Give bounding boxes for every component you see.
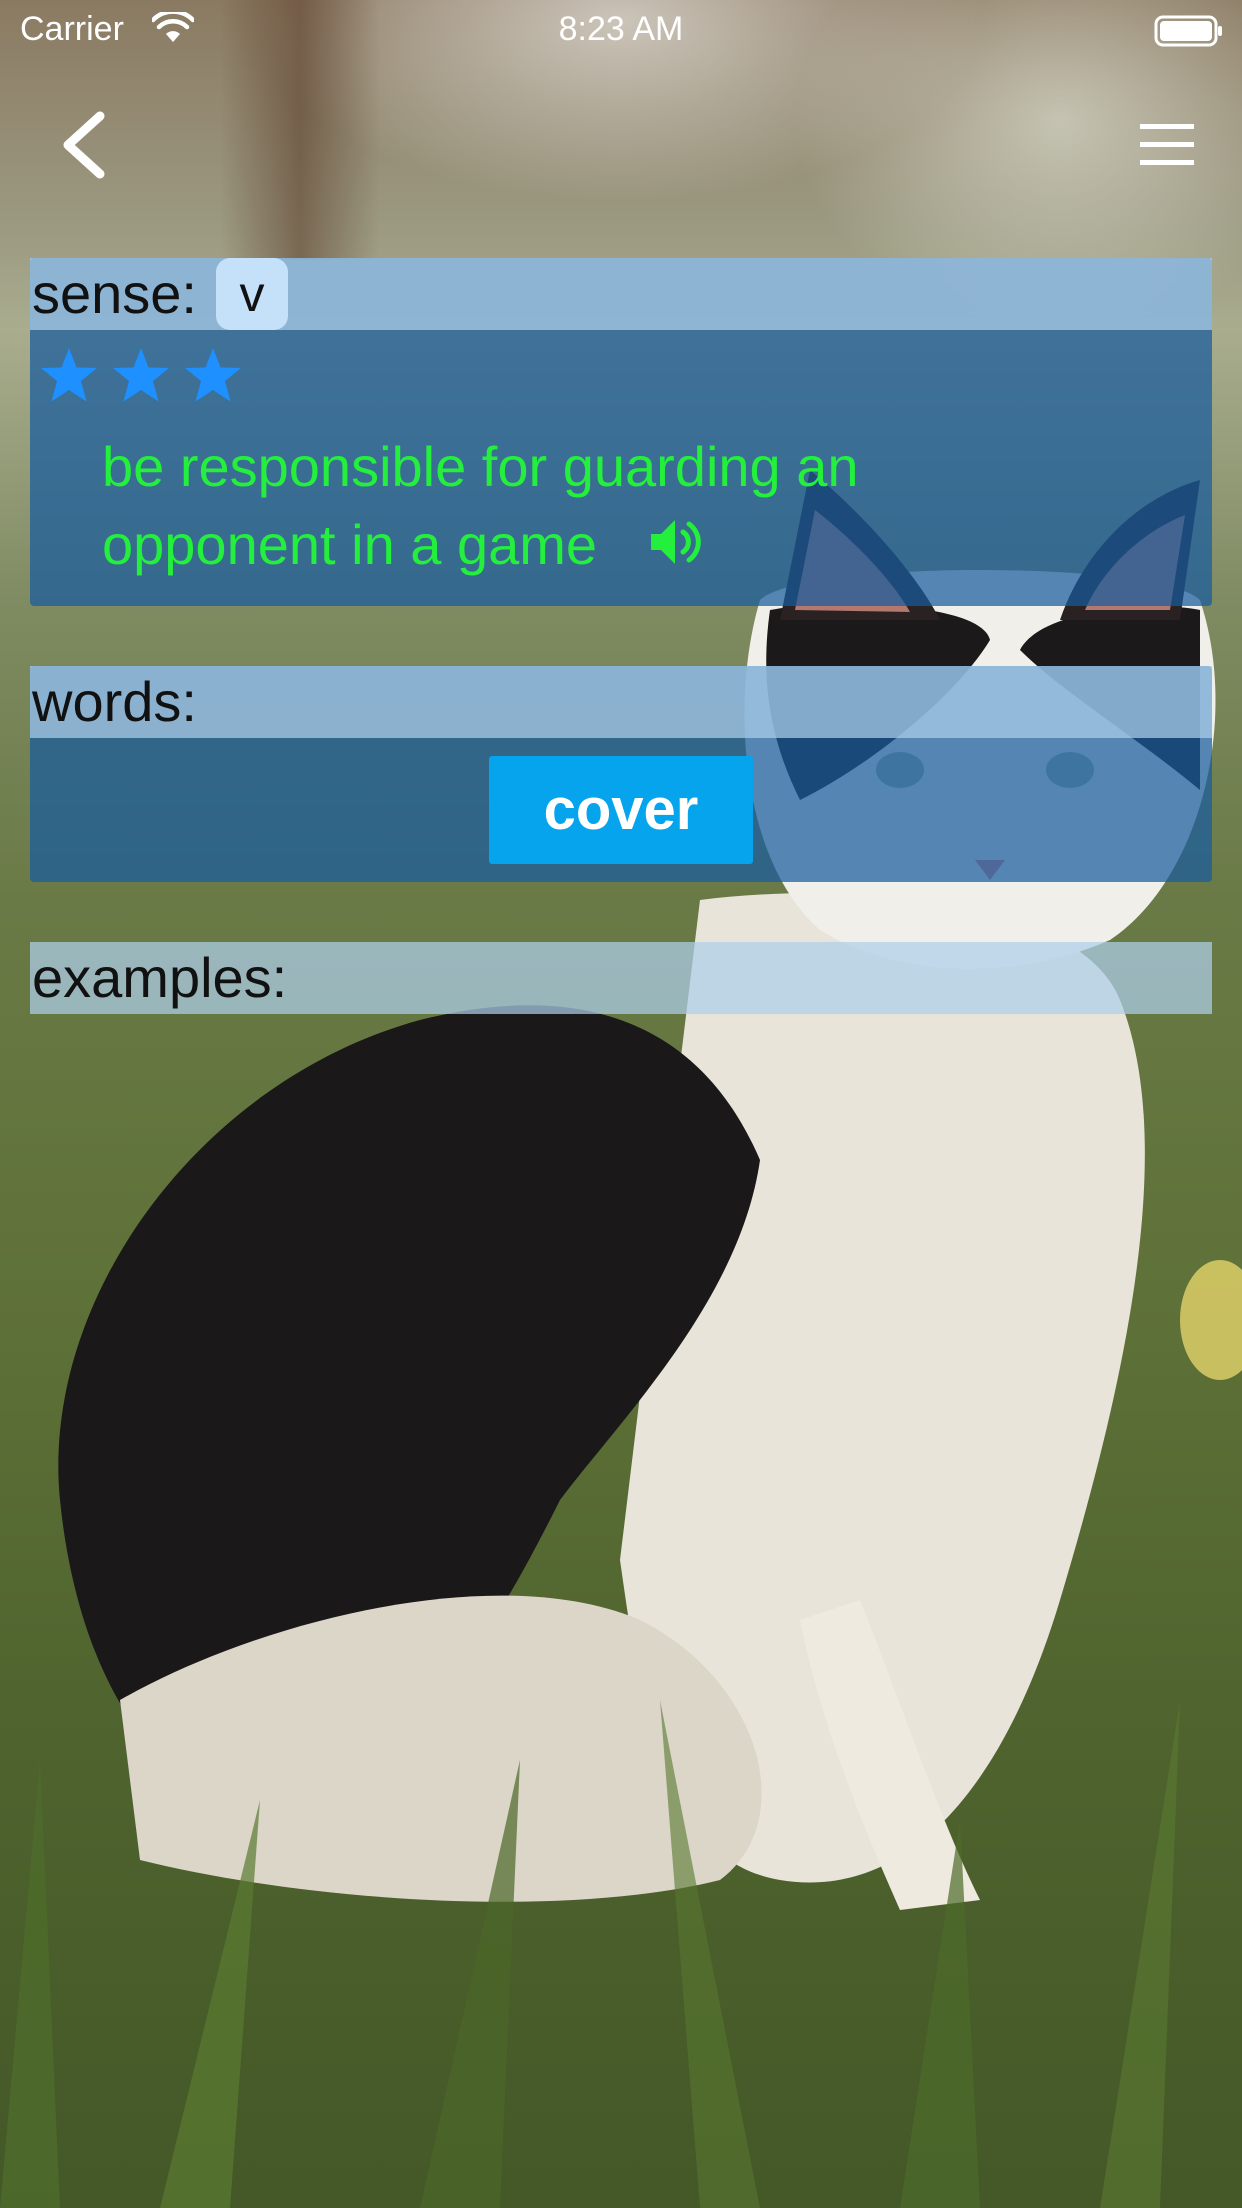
chevron-left-icon[interactable] [56, 110, 116, 180]
examples-panel: examples: [30, 942, 1212, 1014]
sense-label: sense: [32, 262, 197, 325]
star-icon [41, 348, 97, 402]
star-icon [113, 348, 169, 402]
speaker-icon[interactable] [647, 514, 707, 570]
battery-icon [1154, 15, 1222, 47]
star-icon [185, 348, 241, 402]
examples-label: examples: [32, 946, 288, 1009]
sense-header: sense: v [30, 258, 1212, 330]
words-panel: words: cover [30, 666, 1212, 882]
rating-stars [38, 344, 278, 406]
examples-header: examples: [30, 942, 1212, 1014]
words-label: words: [32, 670, 197, 733]
status-time: 8:23 AM [558, 10, 684, 48]
definition-text: be responsible for guarding an opponent … [102, 435, 859, 576]
word-chip[interactable]: cover [489, 756, 753, 864]
sense-panel: sense: v be responsible for guarding an … [30, 258, 1212, 606]
hamburger-menu-icon[interactable] [1136, 118, 1198, 172]
definition: be responsible for guarding an opponent … [102, 428, 1002, 584]
status-bar: Carrier 8:23 AM [0, 0, 1242, 62]
part-of-speech-badge: v [216, 258, 288, 330]
screen: Carrier 8:23 AM sense: v be responsible … [0, 0, 1242, 2208]
words-header: words: [30, 666, 1212, 738]
